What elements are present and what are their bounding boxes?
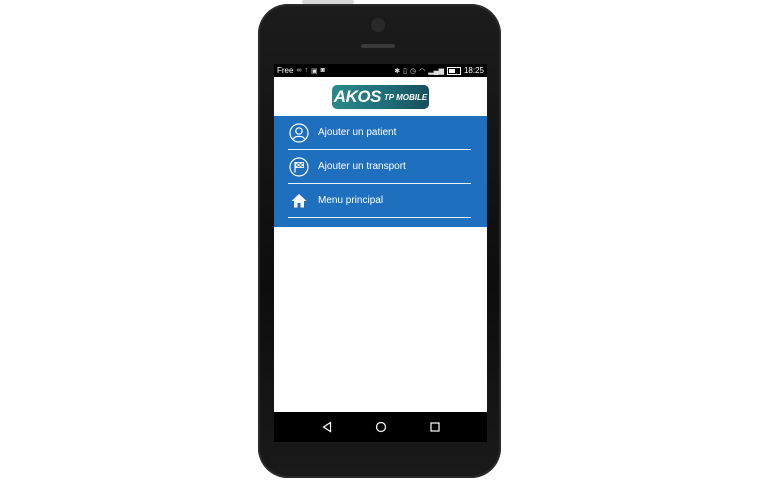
logo-main-text: AKOS [333, 87, 382, 106]
wifi-icon: ◠ [419, 67, 426, 75]
status-time: 18:25 [463, 66, 484, 75]
menu-item-main-menu[interactable]: Menu principal [288, 184, 471, 218]
checkered-flag-icon [288, 156, 310, 178]
front-camera [371, 18, 385, 32]
main-menu: Ajouter un patient Ajouter un transport [274, 116, 487, 227]
bluetooth-icon: ✱ [394, 67, 401, 75]
menu-item-add-transport[interactable]: Ajouter un transport [288, 150, 471, 184]
home-icon [288, 190, 310, 212]
alarm-icon: ◷ [410, 67, 417, 75]
logo-sub-text: TP MOBILE [383, 92, 428, 102]
notification-icon: ◙ [320, 67, 325, 74]
menu-item-add-patient[interactable]: Ajouter un patient [288, 116, 471, 150]
earpiece-speaker [361, 44, 395, 48]
menu-item-label: Ajouter un patient [318, 127, 397, 138]
vibrate-icon: ▯ [403, 67, 408, 75]
status-bar: Free ∞ ↑ ▣ ◙ ✱ ▯ ◷ ◠ ▂▄▆ 18:25 [274, 64, 487, 77]
image-icon: ▣ [310, 67, 318, 75]
android-nav-bar [274, 412, 487, 442]
home-circle-icon[interactable] [374, 420, 388, 434]
signal-icon: ▂▄▆ [428, 67, 444, 75]
user-icon [288, 122, 310, 144]
app-logo: AKOS TP MOBILE [332, 85, 429, 109]
battery-icon [446, 66, 461, 75]
carrier-label: Free [277, 66, 294, 75]
menu-item-label: Menu principal [318, 195, 384, 206]
back-icon[interactable] [320, 420, 334, 434]
phone-screen: Free ∞ ↑ ▣ ◙ ✱ ▯ ◷ ◠ ▂▄▆ 18:25 AKOS TP M… [274, 64, 487, 442]
upload-icon: ↑ [304, 67, 308, 74]
menu-item-label: Ajouter un transport [318, 161, 406, 172]
recents-icon[interactable] [428, 420, 442, 434]
voicemail-icon: ∞ [296, 67, 302, 74]
